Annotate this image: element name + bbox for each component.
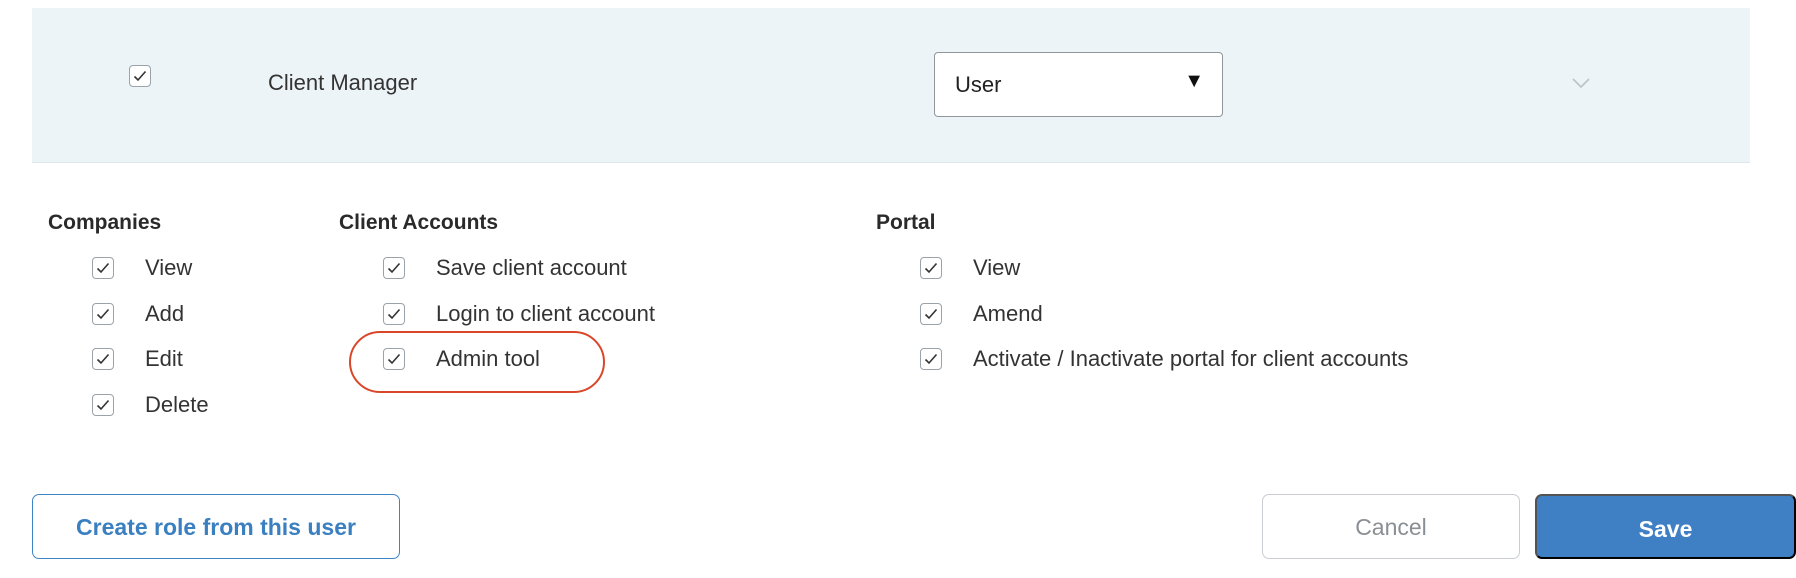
section-title-client-accounts: Client Accounts xyxy=(339,211,499,234)
highlight-annotation-ring xyxy=(349,331,605,393)
permission-checkbox[interactable] xyxy=(92,348,114,370)
role-select[interactable]: User ▼ xyxy=(934,52,1223,117)
dropdown-arrow-icon: ▼ xyxy=(1184,70,1204,92)
create-role-button[interactable]: Create role from this user xyxy=(32,494,400,559)
permission-checkbox[interactable] xyxy=(92,303,114,325)
permission-checkbox[interactable] xyxy=(920,257,942,279)
permission-label: Activate / Inactivate portal for client … xyxy=(973,346,1409,371)
check-icon xyxy=(96,399,110,411)
check-icon xyxy=(96,262,110,274)
permission-checkbox[interactable] xyxy=(920,348,942,370)
permission-label: View xyxy=(145,255,193,280)
user-permissions-panel: Client Manager User ▼ Companies View Add… xyxy=(0,0,1796,578)
permission-label: Edit xyxy=(145,346,183,371)
section-title-companies: Companies xyxy=(48,211,162,234)
check-icon xyxy=(96,353,110,365)
permission-label: Delete xyxy=(145,392,209,417)
check-icon xyxy=(133,70,147,82)
permission-label: Add xyxy=(145,301,185,326)
check-icon xyxy=(387,262,401,274)
check-icon xyxy=(387,308,401,320)
user-select-checkbox[interactable] xyxy=(129,65,151,87)
permission-label: Amend xyxy=(973,301,1043,326)
permission-checkbox[interactable] xyxy=(92,394,114,416)
section-title-portal: Portal xyxy=(876,211,936,234)
check-icon xyxy=(924,308,938,320)
chevron-down-icon[interactable] xyxy=(1571,76,1591,94)
permission-checkbox[interactable] xyxy=(383,303,405,325)
cancel-button[interactable]: Cancel xyxy=(1262,494,1520,559)
check-icon xyxy=(924,262,938,274)
check-icon xyxy=(924,353,938,365)
permission-label: Login to client account xyxy=(436,301,655,326)
permission-checkbox[interactable] xyxy=(920,303,942,325)
permission-checkbox[interactable] xyxy=(92,257,114,279)
user-name: Client Manager xyxy=(268,70,418,95)
save-button[interactable]: Save xyxy=(1535,494,1796,559)
check-icon xyxy=(96,308,110,320)
permission-checkbox[interactable] xyxy=(383,257,405,279)
permission-label: View xyxy=(973,255,1021,280)
role-select-value: User xyxy=(955,72,1002,97)
permission-label: Save client account xyxy=(436,255,627,280)
